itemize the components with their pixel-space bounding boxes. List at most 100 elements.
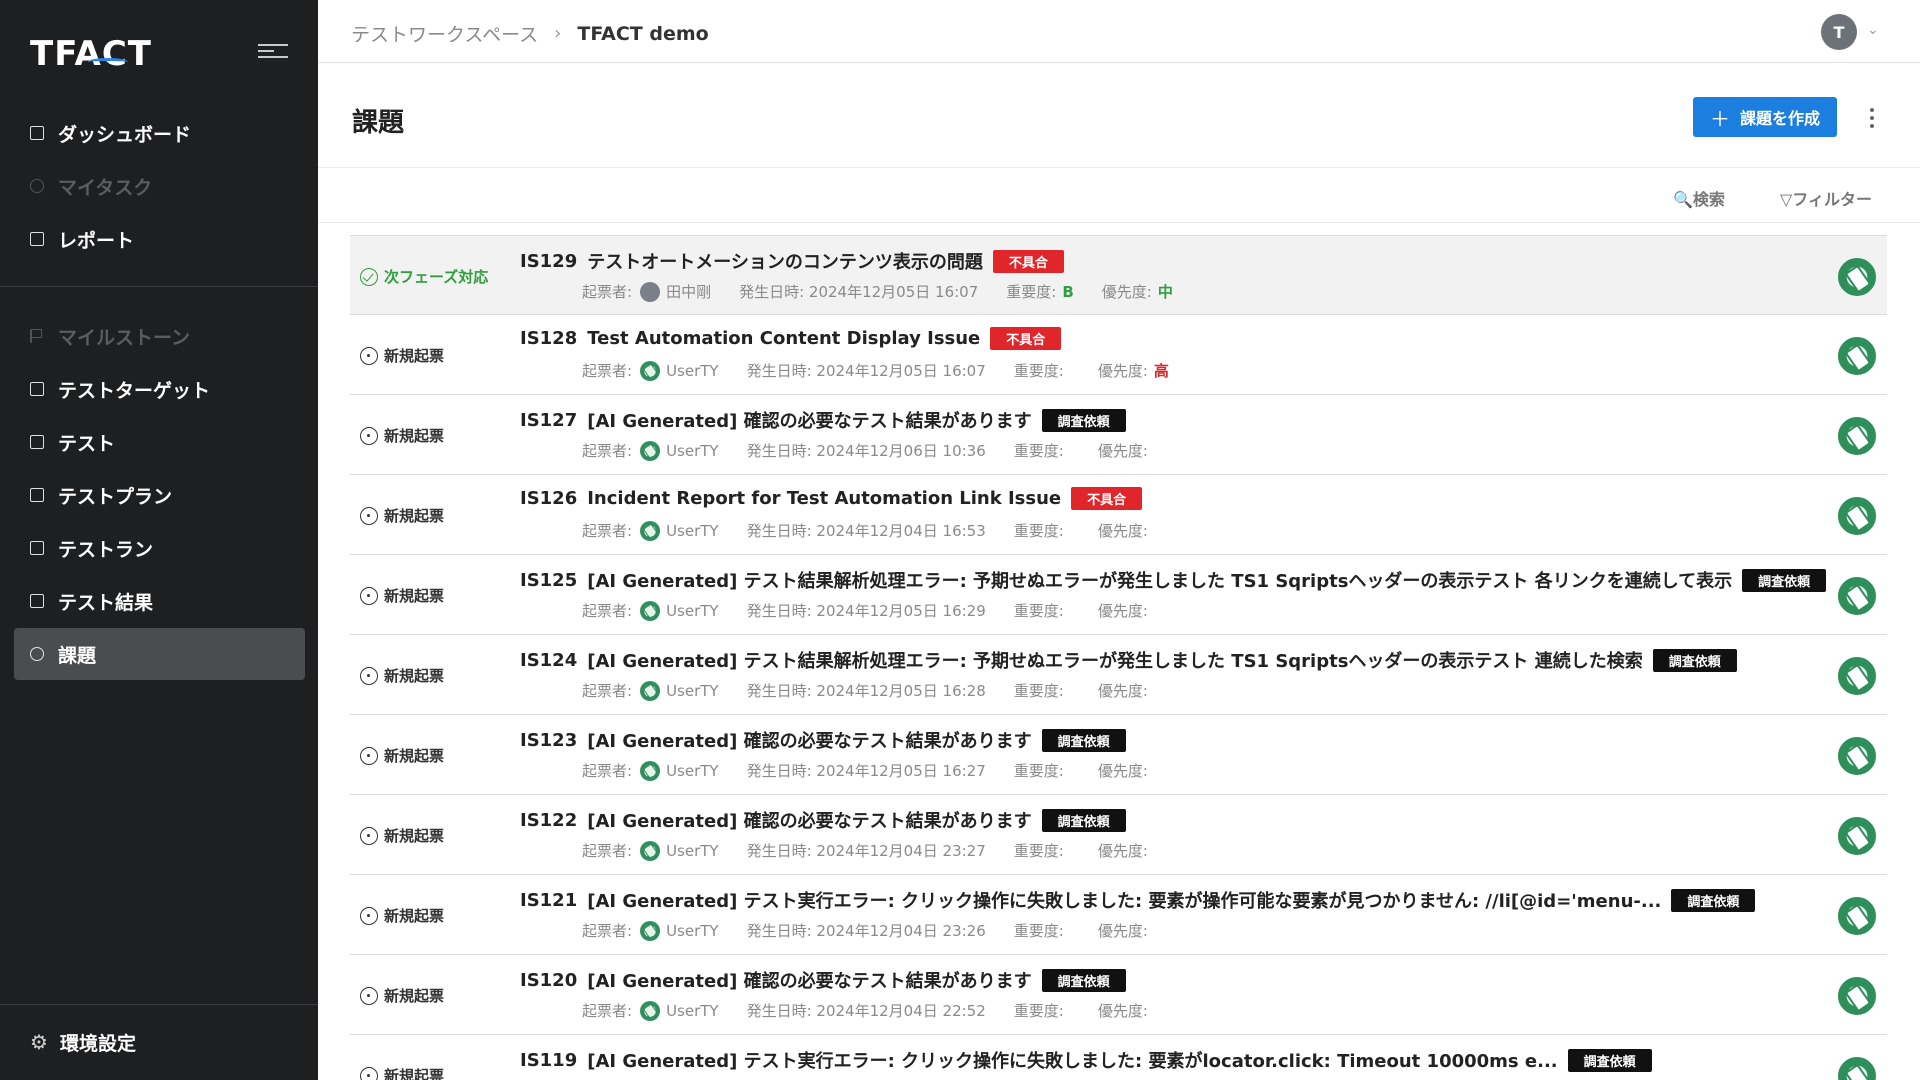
issue-severity: 重要度:: [1014, 520, 1070, 541]
filter-button[interactable]: ▽フィルター: [1780, 186, 1872, 210]
assignee-avatar[interactable]: [1838, 1057, 1876, 1080]
issue-id: IS122: [520, 809, 578, 831]
date-value: 2024年12月05日 16:28: [816, 682, 986, 700]
issue-title[interactable]: [AI Generated] 確認の必要なテスト結果があります: [587, 727, 1031, 753]
chevron-right-icon: ›: [554, 23, 562, 44]
sidebar-collapse-icon[interactable]: [258, 40, 288, 64]
issue-priority: 優先度:: [1098, 920, 1154, 941]
issue-row[interactable]: 新規起票 IS125 [AI Generated] テスト結果解析処理エラー: 予期…: [350, 555, 1887, 635]
sidebar-item-test-target[interactable]: テストターゲット: [14, 363, 305, 415]
sidebar-item-issues[interactable]: 課題: [14, 628, 305, 680]
reporter-name: UserTY: [666, 521, 719, 540]
issue-title[interactable]: テストオートメーションのコンテンツ表示の問題: [587, 248, 983, 274]
issue-row[interactable]: 新規起票 IS124 [AI Generated] テスト結果解析処理エラー: 予期…: [350, 635, 1887, 715]
sidebar-item-test-run[interactable]: テストラン: [14, 522, 305, 574]
reporter-avatar: [640, 520, 661, 541]
issue-severity: 重要度:: [1014, 440, 1070, 461]
issue-row[interactable]: 新規起票 IS128 Test Automation Content Display…: [350, 315, 1887, 395]
sidebar-item-test[interactable]: テスト: [14, 416, 305, 468]
sidebar-item-dashboard[interactable]: ダッシュボード: [14, 107, 305, 159]
issue-row[interactable]: 新規起票 IS122 [AI Generated] 確認の必要なテスト結果があります…: [350, 795, 1887, 875]
sidebar-item-report[interactable]: レポート: [14, 213, 305, 265]
issue-status-label: 新規起票: [384, 827, 445, 845]
issue-row[interactable]: 新規起票 IS127 [AI Generated] 確認の必要なテスト結果があります…: [350, 395, 1887, 475]
issue-priority: 優先度: 高: [1098, 360, 1169, 381]
sidebar-item-my-tasks: マイタスク: [14, 160, 305, 212]
issue-type-badge: 不具合: [990, 327, 1062, 350]
reporter-avatar: [640, 920, 661, 941]
issue-title[interactable]: Incident Report for Test Automation Link…: [587, 488, 1061, 509]
assignee-avatar[interactable]: [1838, 258, 1876, 296]
issue-date: 発生日時: 2024年12月05日 16:28: [747, 680, 986, 701]
issue-severity: 重要度:: [1014, 840, 1070, 861]
create-issue-button[interactable]: ＋ 課題を作成: [1693, 97, 1837, 137]
reporter-avatar: [640, 360, 661, 381]
issue-reporter: 起票者: UserTY: [582, 360, 719, 381]
priority-label: 優先度:: [1097, 522, 1148, 540]
issue-title[interactable]: [AI Generated] テスト結果解析処理エラー: 予期せぬエラーが発生し…: [587, 647, 1642, 673]
report-icon: [30, 232, 44, 246]
issue-status: 新規起票: [360, 345, 444, 366]
priority-label: 優先度:: [1097, 602, 1148, 620]
sidebar-item-test-results[interactable]: テスト結果: [14, 575, 305, 627]
issue-row[interactable]: 新規起票 IS123 [AI Generated] 確認の必要なテスト結果があります…: [350, 715, 1887, 795]
issue-date: 発生日時: 2024年12月04日 23:26: [747, 920, 986, 941]
issue-title[interactable]: [AI Generated] 確認の必要なテスト結果があります: [587, 967, 1031, 993]
issue-title[interactable]: [AI Generated] 確認の必要なテスト結果があります: [587, 807, 1031, 833]
search-button[interactable]: 🔍検索: [1673, 186, 1725, 210]
assignee-avatar[interactable]: [1838, 497, 1876, 535]
issue-row[interactable]: 新規起票 IS120 [AI Generated] 確認の必要なテスト結果があります…: [350, 955, 1887, 1035]
date-value: 2024年12月04日 16:53: [816, 522, 986, 540]
dashboard-icon: [30, 126, 44, 140]
settings-button[interactable]: ⚙ 環境設定: [14, 1016, 136, 1068]
chevron-down-icon[interactable]: ⌄: [1867, 22, 1879, 38]
assignee-avatar[interactable]: [1838, 817, 1876, 855]
priority-label: 優先度:: [1097, 922, 1148, 940]
reporter-label: 起票者:: [582, 1002, 633, 1020]
issue-title-line: IS124 [AI Generated] テスト結果解析処理エラー: 予期せぬエラ…: [520, 647, 1737, 673]
assignee-avatar[interactable]: [1838, 577, 1876, 615]
issue-row[interactable]: 新規起票 IS121 [AI Generated] テスト実行エラー: クリック操作…: [350, 875, 1887, 955]
assignee-avatar[interactable]: [1838, 897, 1876, 935]
severity-label: 重要度:: [1013, 842, 1064, 860]
issue-row[interactable]: 新規起票 IS119 [AI Generated] テスト実行エラー: クリック操作…: [350, 1035, 1887, 1080]
assignee-avatar[interactable]: [1838, 737, 1876, 775]
issue-reporter: 起票者: UserTY: [582, 1000, 719, 1021]
issue-type-badge: 調査依頼: [1742, 568, 1827, 592]
status-circle-icon: [360, 746, 378, 765]
assignee-avatar[interactable]: [1838, 657, 1876, 695]
issue-title[interactable]: [AI Generated] テスト実行エラー: クリック操作に失敗しました: …: [587, 887, 1661, 913]
issue-title[interactable]: Test Automation Content Display Issue: [587, 328, 980, 349]
date-label: 発生日時:: [746, 602, 812, 620]
issue-title[interactable]: [AI Generated] テスト結果解析処理エラー: 予期せぬエラーが発生し…: [587, 567, 1732, 593]
check-circle-icon: [360, 267, 378, 286]
issue-title[interactable]: [AI Generated] テスト実行エラー: クリック操作に失敗しました: …: [587, 1047, 1557, 1073]
app-logo[interactable]: TFACT: [30, 34, 152, 74]
issue-date: 発生日時: 2024年12月05日 16:27: [747, 760, 986, 781]
assignee-avatar[interactable]: [1838, 977, 1876, 1015]
issue-type-badge: 不具合: [1071, 487, 1143, 510]
more-options-icon[interactable]: [1862, 104, 1882, 132]
issue-row[interactable]: 新規起票 IS126 Incident Report for Test Automa…: [350, 475, 1887, 555]
sidebar-item-test-plan[interactable]: テストプラン: [14, 469, 305, 521]
priority-label: 優先度:: [1097, 1002, 1148, 1020]
breadcrumb-workspace[interactable]: テストワークスペース: [351, 20, 538, 47]
issue-meta: 起票者: UserTY 発生日時: 2024年12月04日 23:27 重要度: 優先度…: [582, 840, 1182, 861]
list-toolbar: 🔍検索 ▽フィルター: [318, 168, 1920, 223]
issue-type-badge: 調査依頼: [1567, 1048, 1652, 1072]
issue-meta: 起票者: UserTY 発生日時: 2024年12月05日 16:28 重要度: 優先度…: [582, 680, 1182, 701]
status-circle-icon: [360, 826, 378, 845]
issue-title-line: IS119 [AI Generated] テスト実行エラー: クリック操作に失敗し…: [520, 1047, 1652, 1073]
assignee-avatar[interactable]: [1838, 337, 1876, 375]
assignee-avatar[interactable]: [1838, 417, 1876, 455]
issue-severity: 重要度: B: [1006, 281, 1074, 302]
reporter-label: 起票者:: [582, 602, 633, 620]
reporter-name: UserTY: [666, 761, 719, 780]
issue-status-label: 次フェーズ対応: [384, 268, 489, 286]
issue-priority: 優先度:: [1098, 520, 1154, 541]
issue-title[interactable]: [AI Generated] 確認の必要なテスト結果があります: [587, 407, 1031, 433]
issue-title-line: IS128 Test Automation Content Display Iss…: [520, 327, 1062, 350]
priority-value: 中: [1157, 283, 1173, 301]
issue-row[interactable]: 次フェーズ対応 IS129 テストオートメーションのコンテンツ表示の問題 不具合 起票者…: [350, 235, 1887, 315]
user-avatar[interactable]: T: [1821, 14, 1857, 50]
